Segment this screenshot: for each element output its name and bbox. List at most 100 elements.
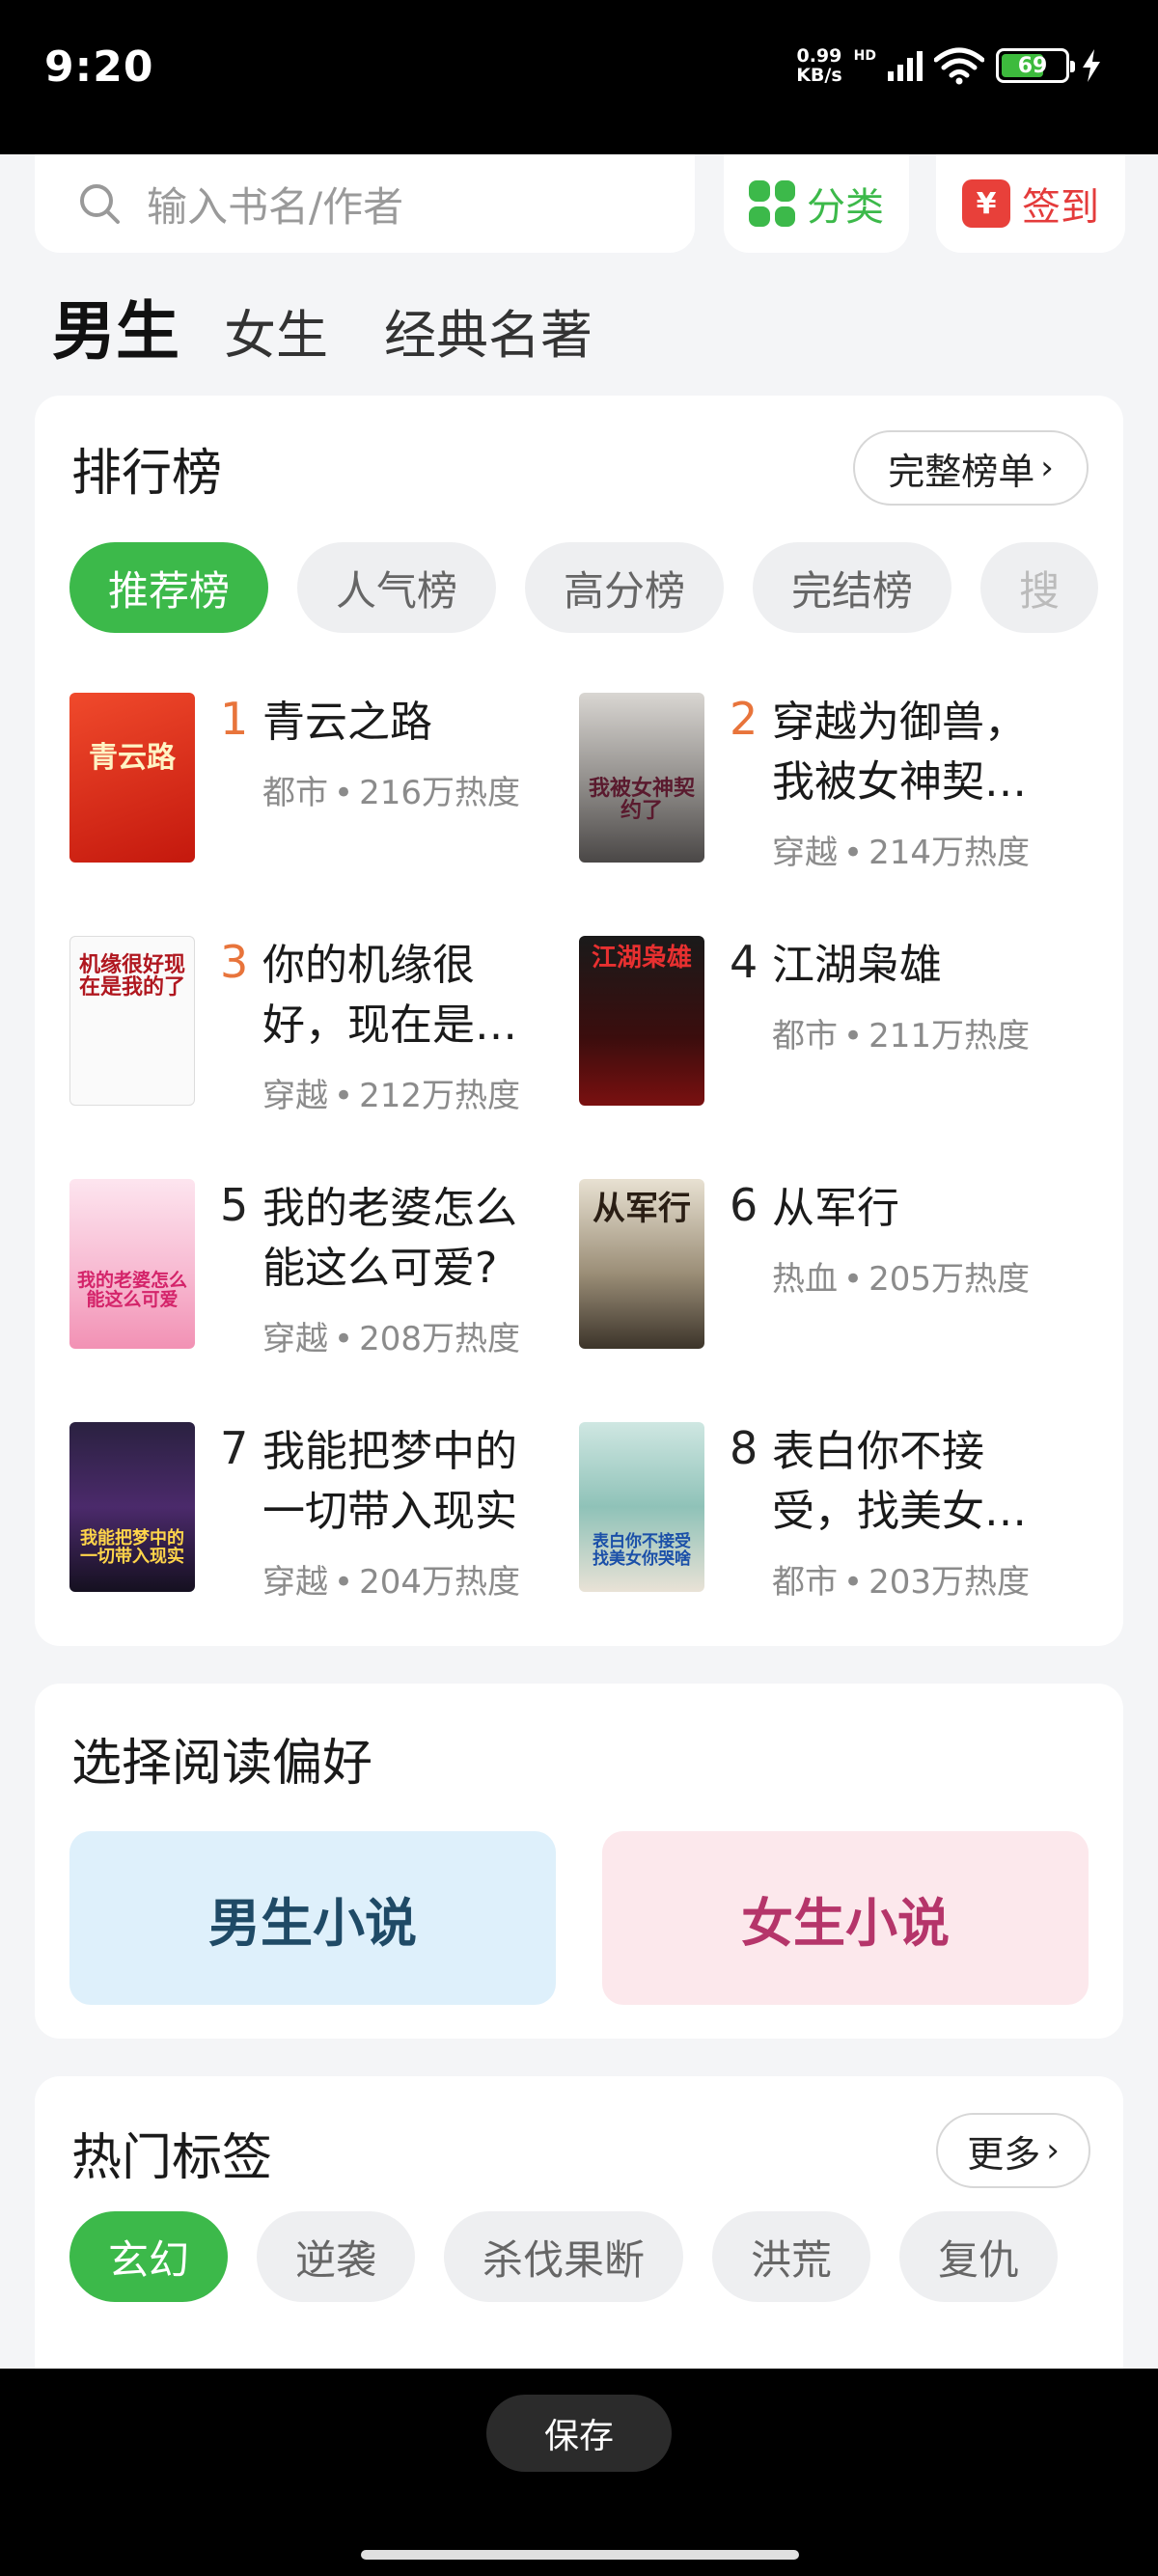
tag-chip[interactable]: 杀伐果断 — [444, 2211, 684, 2302]
cover-text: 江湖枭雄 — [591, 944, 692, 973]
status-icons: 0.99 KB/s HD 69 — [796, 46, 1102, 85]
category-button[interactable]: 分类 — [724, 154, 909, 253]
home-indicator[interactable] — [361, 2550, 799, 2560]
net-speed-value: 0.99 — [796, 45, 842, 67]
calendar-icon: ¥ — [962, 179, 1010, 228]
book-title: 从军行 — [772, 1184, 899, 1233]
chevron-right-icon: › — [1040, 449, 1054, 487]
tab-female[interactable]: 女生 — [224, 292, 328, 369]
book-item[interactable]: 青云路 1 青云之路 都市 • 216万热度 — [69, 693, 571, 864]
book-heat: 216万热度 — [359, 774, 520, 812]
ranking-title: 排行榜 — [71, 445, 223, 503]
grid-icon — [749, 180, 795, 227]
male-novel-button[interactable]: 男生小说 — [69, 1831, 556, 2005]
book-item[interactable]: 我被女神契约了 2 穿越为御兽，我被女神契… 穿越 • 214万热度 — [579, 693, 1081, 872]
gender-tabs: 男生 女生 经典名著 — [52, 280, 648, 372]
book-rank: 4 — [730, 936, 758, 988]
hot-tags-row: 玄幻 逆袭 杀伐果断 洪荒 复仇 — [69, 2211, 1123, 2304]
book-title: 表白你不接受，找美女… — [772, 1427, 1027, 1536]
preference-title: 选择阅读偏好 — [71, 1735, 373, 1793]
book-rank: 1 — [220, 693, 249, 745]
tab-male[interactable]: 男生 — [52, 280, 179, 372]
book-item[interactable]: 我的老婆怎么能这么可爱 5 我的老婆怎么能这么可爱? 穿越 • 208万热度 — [69, 1179, 571, 1358]
tag-chip[interactable]: 复仇 — [899, 2211, 1059, 2302]
book-cover: 表白你不接受找美女你哭啥 — [579, 1422, 704, 1592]
book-rank: 6 — [730, 1179, 758, 1231]
book-genre: 穿越 — [262, 1563, 328, 1602]
book-genre: 穿越 — [262, 1077, 328, 1115]
book-cover: 我被女神契约了 — [579, 693, 704, 863]
tab-popular[interactable]: 人气榜 — [297, 542, 497, 633]
status-time: 9:20 — [44, 42, 154, 92]
book-meta: 都市 • 203万热度 — [772, 1563, 1030, 1602]
search-placeholder: 输入书名/作者 — [147, 182, 404, 231]
full-ranking-label: 完整榜单 — [888, 450, 1035, 493]
book-title: 你的机缘很好，现在是… — [262, 941, 517, 1050]
book-title: 穿越为御兽，我被女神契… — [772, 698, 1027, 807]
book-title: 青云之路 — [262, 698, 432, 747]
book-cover: 青云路 — [69, 693, 195, 863]
book-genre: 都市 — [262, 774, 328, 812]
full-ranking-button[interactable]: 完整榜单 › — [853, 430, 1089, 506]
book-cover: 我的老婆怎么能这么可爱 — [69, 1179, 195, 1349]
app-content: 输入书名/作者 分类 ¥ 签到 男生 女生 经典名著 排行榜 完整榜单 › 推荐… — [0, 154, 1158, 2369]
book-item[interactable]: 从军行 6 从军行 热血 • 205万热度 — [579, 1179, 1081, 1351]
cover-text: 我的老婆怎么能这么可爱 — [76, 1270, 187, 1310]
book-genre: 热血 — [772, 1260, 838, 1299]
signin-label: 签到 — [1022, 185, 1099, 230]
tag-chip[interactable]: 洪荒 — [712, 2211, 871, 2302]
tab-finished[interactable]: 完结榜 — [753, 542, 952, 633]
save-button[interactable]: 保存 — [486, 2395, 672, 2472]
wifi-icon — [934, 47, 984, 85]
book-cover: 机缘很好现在是我的了 — [69, 936, 195, 1106]
book-genre: 穿越 — [262, 1320, 328, 1358]
chevron-right-icon: › — [1046, 2131, 1060, 2170]
status-bar: 9:20 0.99 KB/s HD 69 — [0, 0, 1158, 154]
book-meta: 穿越 • 204万热度 — [262, 1563, 520, 1602]
system-nav-bar: 保存 — [0, 2369, 1158, 2576]
book-genre: 穿越 — [772, 834, 838, 872]
hot-tags-card: 热门标签 更多 › 玄幻 逆袭 杀伐果断 洪荒 复仇 — [35, 2076, 1123, 2369]
book-item[interactable]: 江湖枭雄 4 江湖枭雄 都市 • 211万热度 — [579, 936, 1081, 1108]
cover-text: 表白你不接受找美女你哭啥 — [593, 1532, 691, 1569]
cover-text: 青云路 — [89, 741, 176, 775]
ranking-tabs: 推荐榜 人气榜 高分榜 完结榜 搜 — [69, 542, 1123, 635]
network-type: HD — [853, 48, 876, 64]
book-heat: 205万热度 — [868, 1260, 1030, 1299]
book-genre: 都市 — [772, 1563, 838, 1602]
book-item[interactable]: 机缘很好现在是我的了 3 你的机缘很好，现在是… 穿越 • 212万热度 — [69, 936, 571, 1115]
more-tags-button[interactable]: 更多 › — [936, 2113, 1090, 2188]
book-cover: 我能把梦中的一切带入现实 — [69, 1422, 195, 1592]
book-genre: 都市 — [772, 1017, 838, 1055]
book-rank: 8 — [730, 1422, 758, 1474]
search-input[interactable]: 输入书名/作者 — [35, 154, 695, 253]
tab-recommend[interactable]: 推荐榜 — [69, 542, 269, 633]
book-rank: 7 — [220, 1422, 249, 1474]
book-title: 我能把梦中的一切带入现实 — [262, 1427, 517, 1536]
signin-button[interactable]: ¥ 签到 — [936, 154, 1125, 253]
hot-tags-title: 热门标签 — [71, 2129, 273, 2187]
tag-chip[interactable]: 逆袭 — [257, 2211, 416, 2302]
cover-text: 从军行 — [593, 1190, 691, 1228]
signal-icon — [888, 50, 923, 81]
search-icon — [80, 184, 120, 224]
book-meta: 都市 • 211万热度 — [772, 1017, 1030, 1055]
more-tags-label: 更多 — [967, 2132, 1041, 2176]
book-title: 我的老婆怎么能这么可爱? — [262, 1184, 517, 1293]
tag-chip[interactable]: 玄幻 — [69, 2211, 229, 2302]
tab-search[interactable]: 搜 — [980, 542, 1099, 633]
book-meta: 都市 • 216万热度 — [262, 774, 520, 812]
cover-text: 我被女神契约了 — [588, 777, 695, 824]
category-label: 分类 — [807, 185, 884, 230]
charging-icon — [1083, 49, 1100, 82]
book-item[interactable]: 我能把梦中的一切带入现实 7 我能把梦中的一切带入现实 穿越 • 204万热度 — [69, 1422, 571, 1602]
female-novel-button[interactable]: 女生小说 — [602, 1831, 1089, 2005]
book-meta: 穿越 • 212万热度 — [262, 1077, 520, 1115]
book-title: 江湖枭雄 — [772, 941, 942, 990]
tab-high-score[interactable]: 高分榜 — [525, 542, 725, 633]
book-item[interactable]: 表白你不接受找美女你哭啥 8 表白你不接受，找美女… 都市 • 203万热度 — [579, 1422, 1081, 1602]
cover-text: 机缘很好现在是我的了 — [78, 953, 185, 1000]
book-heat: 214万热度 — [868, 834, 1030, 872]
tab-classics[interactable]: 经典名著 — [384, 292, 593, 369]
book-meta: 热血 • 205万热度 — [772, 1260, 1030, 1299]
